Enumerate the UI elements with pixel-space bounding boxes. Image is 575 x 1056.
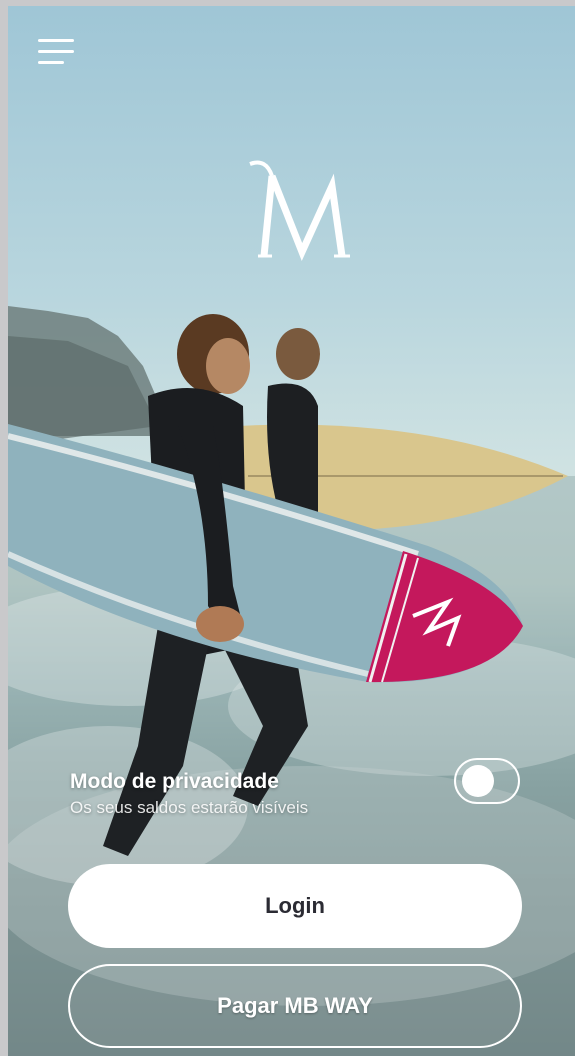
login-button[interactable]: Login	[68, 864, 522, 948]
toggle-knob	[462, 765, 494, 797]
app-screen: Modo de privacidade Os seus saldos estar…	[8, 6, 575, 1056]
privacy-mode-title: Modo de privacidade	[70, 770, 279, 793]
pay-mbway-button[interactable]: Pagar MB WAY	[68, 964, 522, 1048]
privacy-mode-toggle[interactable]	[454, 758, 520, 804]
millennium-m-logo	[249, 160, 350, 261]
menu-button[interactable]	[38, 36, 78, 70]
privacy-mode-subtitle: Os seus saldos estarão visíveis	[70, 798, 309, 817]
hamburger-menu-icon	[38, 39, 74, 42]
